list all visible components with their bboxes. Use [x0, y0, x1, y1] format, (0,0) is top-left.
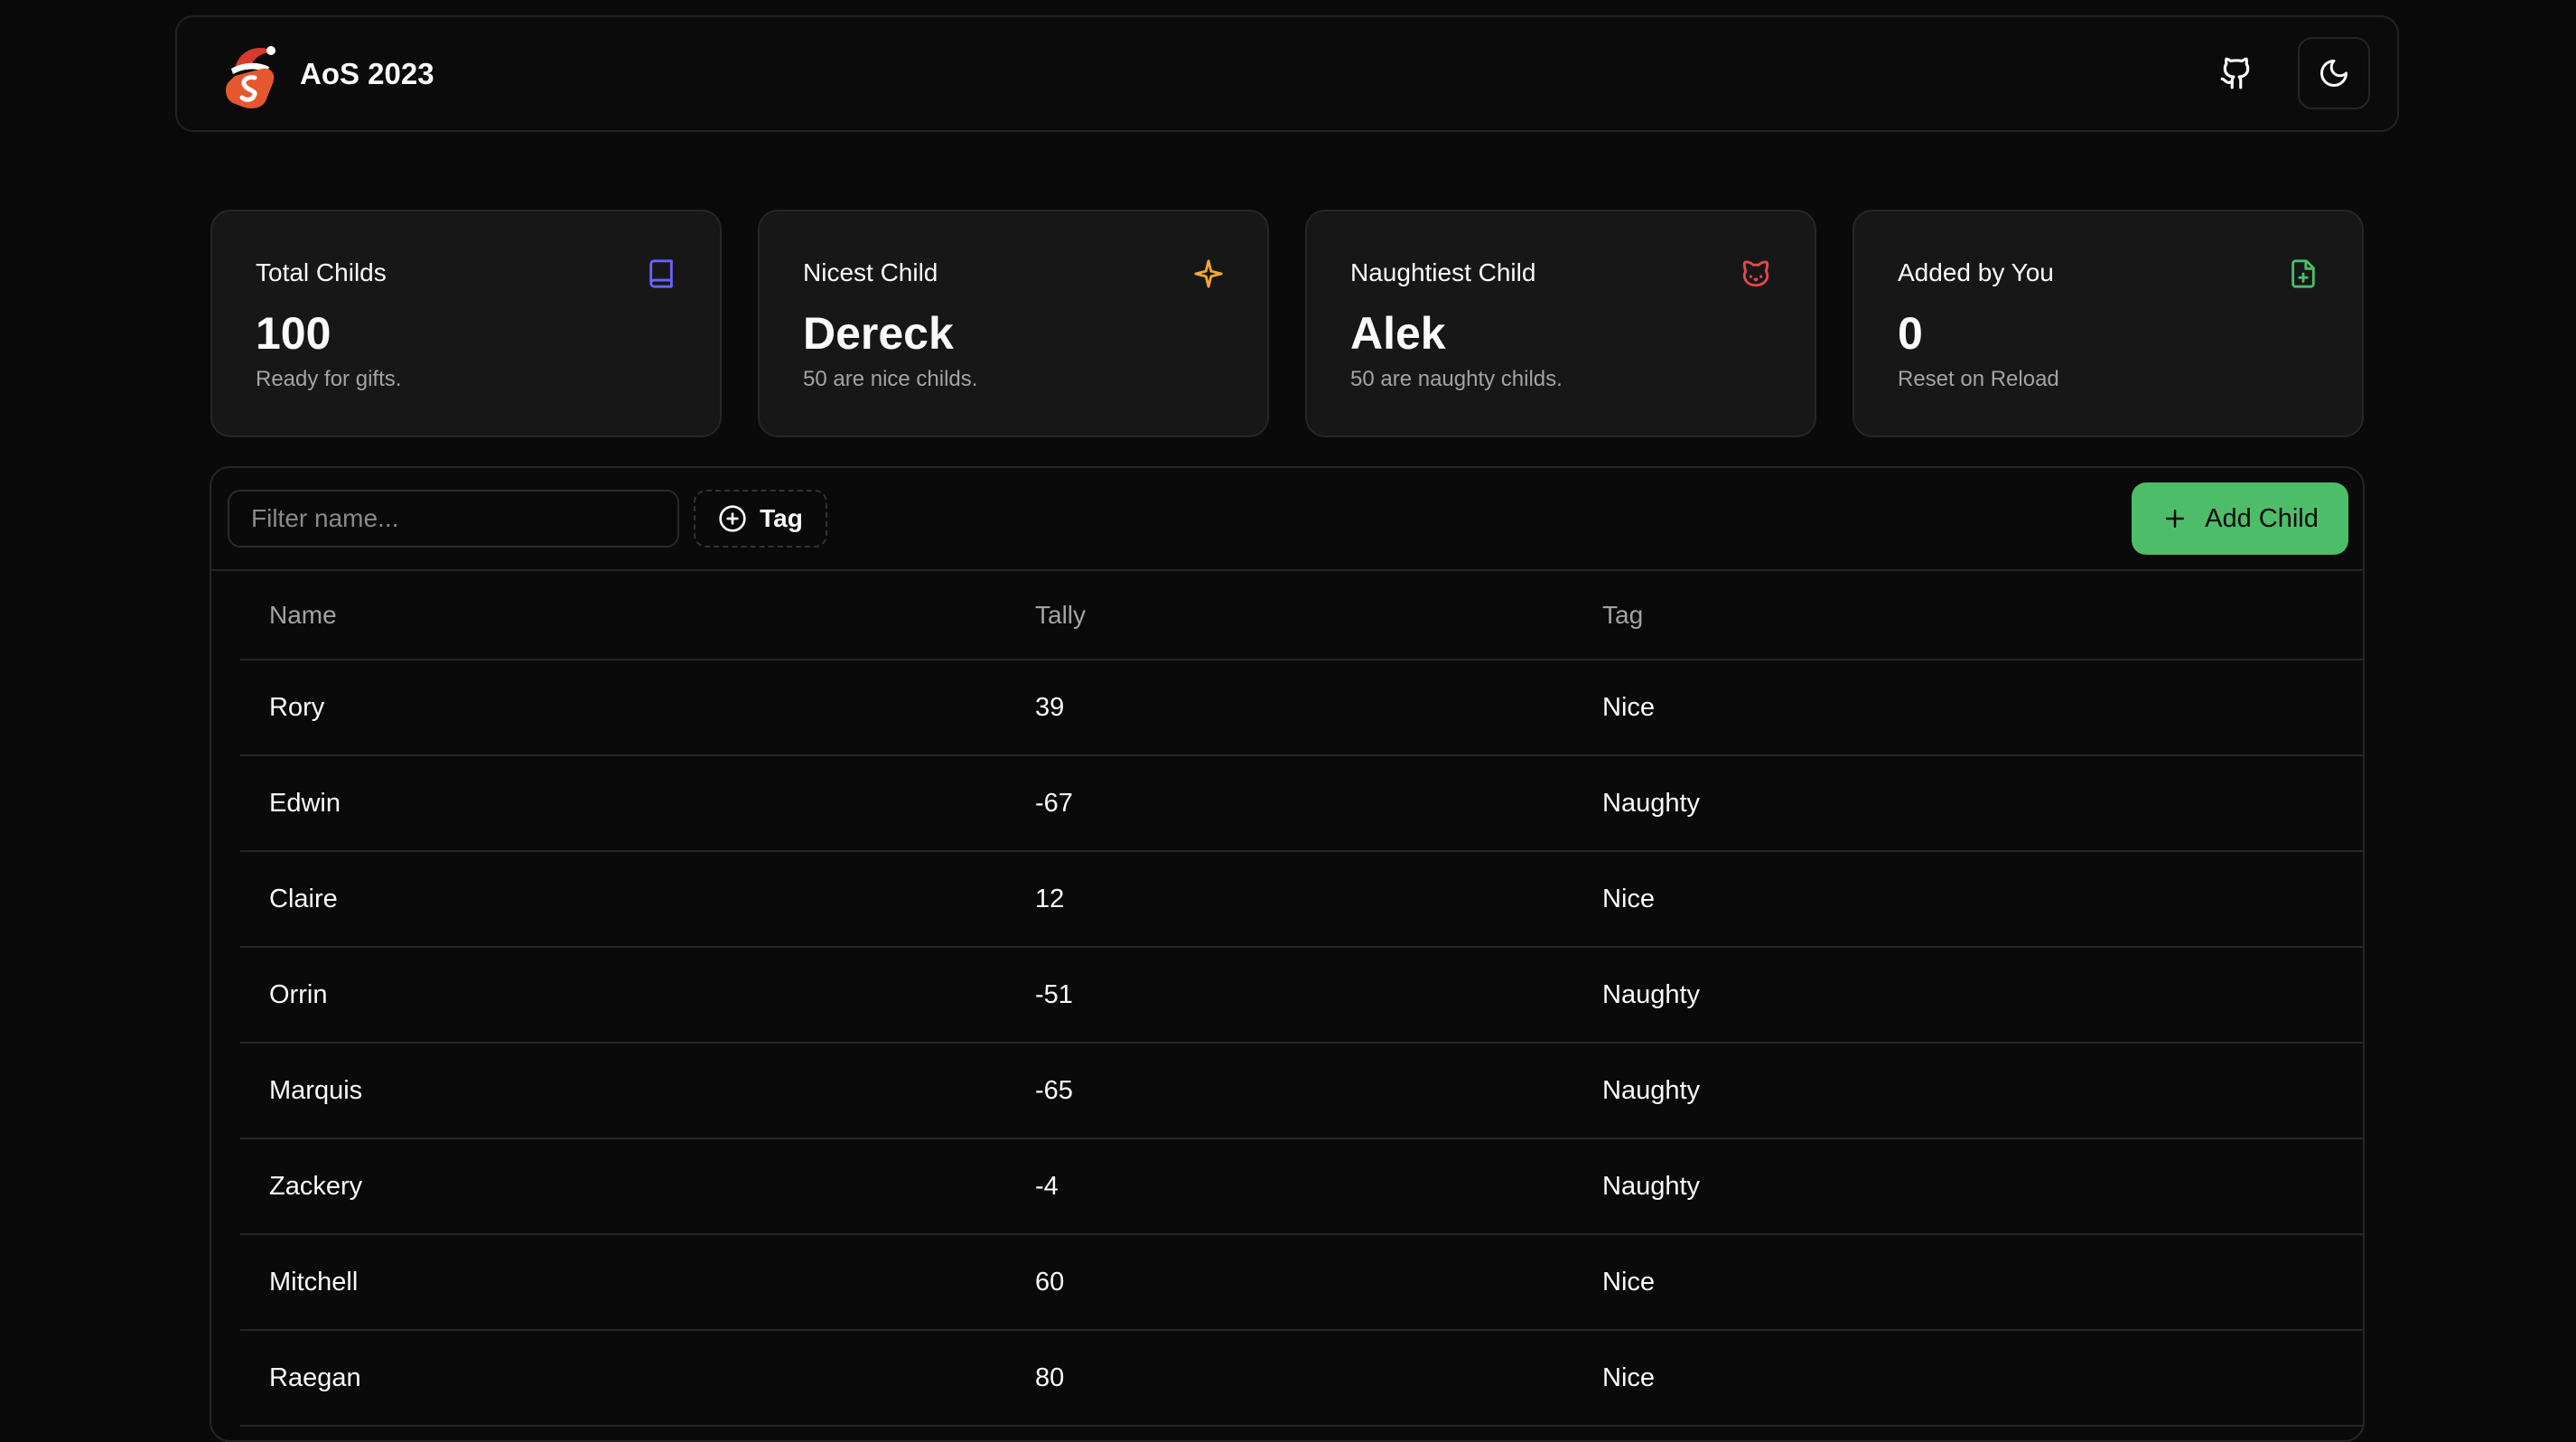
stat-card-subtitle: 50 are nice childs.: [803, 367, 978, 391]
stat-card-subtitle: 50 are naughty childs.: [1350, 367, 1563, 391]
table-row[interactable]: Edwin -67 Naughty: [240, 755, 2363, 851]
table-row[interactable]: Claire 12 Nice: [240, 851, 2363, 947]
table-row[interactable]: Zackery -4 Naughty: [240, 1138, 2363, 1234]
add-child-label: Add Child: [2205, 503, 2319, 533]
cell-tag: Nice: [1602, 1267, 1656, 1297]
cell-tally: -67: [1035, 788, 1073, 818]
plus-icon: [2166, 510, 2185, 528]
cell-tag: Naughty: [1602, 1171, 1701, 1201]
file-plus-icon: [2291, 259, 2315, 288]
add-child-button[interactable]: Add Child: [2132, 482, 2348, 555]
column-header-tag[interactable]: Tag: [1602, 571, 2363, 660]
book-icon: [649, 259, 673, 288]
cell-name: Claire: [269, 884, 338, 913]
cell-tag: Nice: [1602, 884, 1656, 913]
stat-card-value: Dereck: [803, 308, 954, 359]
cell-name: Raegan: [269, 1362, 361, 1392]
table-row[interactable]: Rory 39 Nice: [240, 660, 2363, 755]
app-title: AoS 2023: [300, 57, 434, 90]
cell-tally: -65: [1035, 1075, 1073, 1105]
table-row[interactable]: Mitchell 60 Nice: [240, 1234, 2363, 1330]
github-icon: [2220, 57, 2250, 89]
table-header-row: Name Tally Tag: [240, 571, 2363, 660]
cell-tally: 39: [1035, 692, 1065, 722]
stat-card-subtitle: Reset on Reload: [1898, 367, 2059, 391]
sparkle-icon: [1194, 259, 1223, 288]
cell-tally: 60: [1035, 1267, 1065, 1297]
cell-tag: Naughty: [1602, 1075, 1701, 1105]
stat-card-title: Total Childs: [256, 258, 387, 286]
table-row[interactable]: Orrin -51 Naughty: [240, 947, 2363, 1043]
column-header-tally[interactable]: Tally: [1035, 571, 1602, 660]
theme-toggle-button[interactable]: [2298, 37, 2370, 109]
cell-tag: Naughty: [1602, 788, 1701, 818]
stat-card-value: Alek: [1350, 308, 1446, 359]
stat-card-title: Nicest Child: [803, 258, 938, 286]
table-toolbar: Tag Add Child: [211, 468, 2363, 571]
cell-tally: -51: [1035, 979, 1073, 1009]
table-row[interactable]: Raegan 80 Nice: [240, 1330, 2363, 1426]
cell-tag: Nice: [1602, 1362, 1656, 1392]
stat-card-naughtiest-child: Naughtiest Child Alek 50 are naughty chi…: [1305, 210, 1816, 437]
cell-name: Rory: [269, 692, 325, 722]
filter-name-input[interactable]: [228, 490, 679, 548]
cell-name: Zackery: [269, 1171, 363, 1201]
column-header-name[interactable]: Name: [240, 571, 1035, 660]
github-button[interactable]: [2200, 37, 2273, 109]
stat-card-title: Naughtiest Child: [1350, 258, 1536, 286]
cell-tally: 80: [1035, 1362, 1065, 1392]
santa-hat-logo-icon[interactable]: [222, 42, 280, 110]
cell-name: Mitchell: [269, 1267, 359, 1297]
plus-circle-icon: [719, 505, 746, 532]
cell-tally: 12: [1035, 884, 1065, 913]
cell-tag: Nice: [1602, 692, 1656, 722]
stat-card-value: 100: [256, 308, 331, 359]
cell-tag: Naughty: [1602, 979, 1701, 1009]
top-navbar: AoS 2023: [175, 15, 2399, 132]
tag-filter-button[interactable]: Tag: [694, 490, 827, 548]
table-row[interactable]: Marquis -65 Naughty: [240, 1043, 2363, 1138]
children-table-panel: Tag Add Child Name Tally Tag Rory 39 Nic…: [210, 466, 2365, 1442]
stat-card-title: Added by You: [1898, 258, 2054, 286]
cell-tally: -4: [1035, 1171, 1059, 1201]
tag-filter-label: Tag: [760, 504, 803, 532]
children-table: Name Tally Tag Rory 39 Nice Edwin -67 Na…: [240, 571, 2363, 1427]
stat-card-subtitle: Ready for gifts.: [256, 367, 402, 391]
moon-icon: [2320, 60, 2347, 87]
cell-name: Orrin: [269, 979, 328, 1009]
cell-name: Marquis: [269, 1075, 363, 1105]
stat-card-total-childs: Total Childs 100 Ready for gifts.: [210, 210, 722, 437]
stat-card-added-by-you: Added by You 0 Reset on Reload: [1853, 210, 2364, 437]
stat-card-value: 0: [1898, 308, 1923, 359]
stat-card-nicest-child: Nicest Child Dereck 50 are nice childs.: [758, 210, 1269, 437]
cat-icon: [1742, 260, 1769, 287]
cell-name: Edwin: [269, 788, 341, 818]
